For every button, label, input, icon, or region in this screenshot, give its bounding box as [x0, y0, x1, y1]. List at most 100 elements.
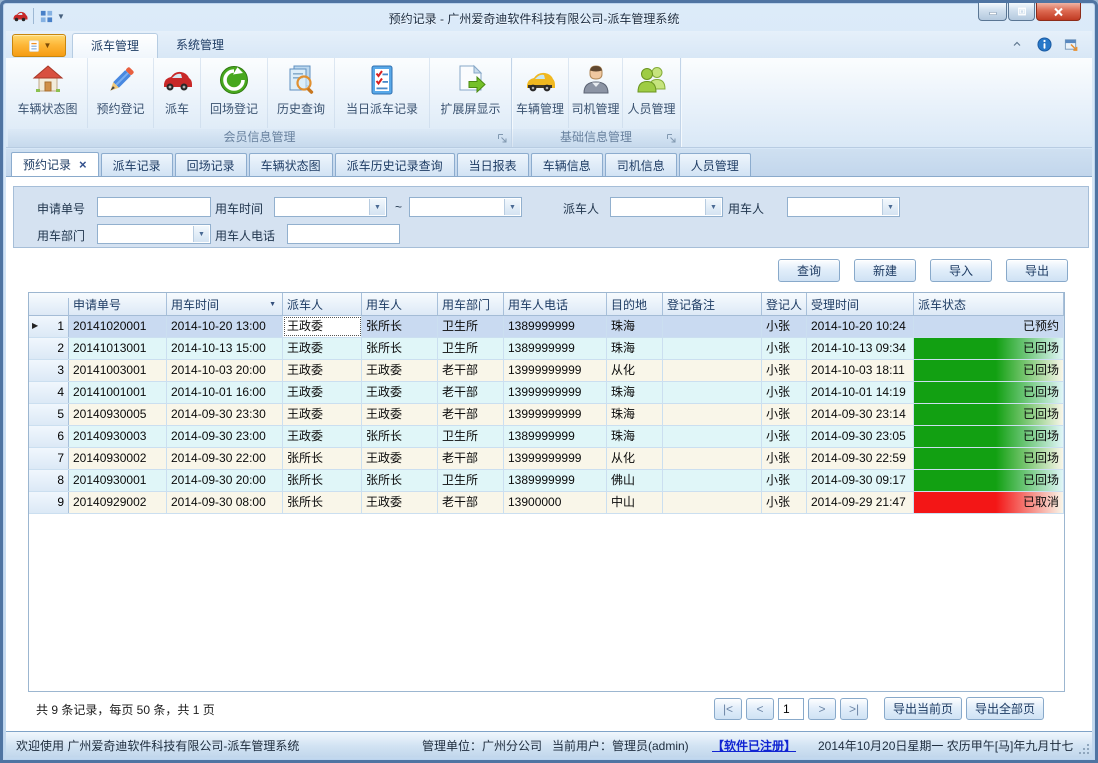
cell-status[interactable]: 已回场: [914, 448, 1064, 469]
pager-prev-button[interactable]: <: [746, 698, 774, 720]
cell-remark[interactable]: [663, 426, 762, 447]
cell-registrar[interactable]: 小张: [762, 492, 807, 513]
ribbon-button[interactable]: 回场登记: [201, 58, 268, 128]
row-indicator[interactable]: ▶1: [29, 316, 69, 337]
cell-remark[interactable]: [663, 316, 762, 337]
action-button[interactable]: 查询: [778, 259, 840, 282]
about-window-icon[interactable]: [1062, 36, 1080, 52]
column-header[interactable]: 用车时间▼: [167, 293, 283, 315]
order-no-input[interactable]: [97, 197, 211, 217]
cell-accept-time[interactable]: 2014-10-13 09:34: [807, 338, 914, 359]
ribbon-tab[interactable]: 系统管理: [158, 33, 242, 58]
cell-phone[interactable]: 13999999999: [504, 360, 607, 381]
cell-dispatcher[interactable]: 王政委: [283, 426, 362, 447]
cell-dispatcher[interactable]: 王政委: [283, 404, 362, 425]
cell-phone[interactable]: 1389999999: [504, 426, 607, 447]
column-header[interactable]: 受理时间: [807, 293, 914, 315]
cell-order-no[interactable]: 20140930001: [69, 470, 167, 491]
row-indicator[interactable]: 7: [29, 448, 69, 469]
cell-remark[interactable]: [663, 448, 762, 469]
column-header[interactable]: 登记备注: [663, 293, 762, 315]
cell-status[interactable]: 已回场: [914, 470, 1064, 491]
table-row[interactable]: 2201410130012014-10-13 15:00王政委张所长卫生所138…: [29, 338, 1064, 360]
cell-dest[interactable]: 珠海: [607, 382, 663, 403]
cell-use-time[interactable]: 2014-10-13 15:00: [167, 338, 283, 359]
row-indicator[interactable]: 5: [29, 404, 69, 425]
cell-order-no[interactable]: 20140930002: [69, 448, 167, 469]
help-info-icon[interactable]: [1035, 36, 1053, 52]
app-logo-red-car-icon[interactable]: [11, 8, 29, 24]
cell-remark[interactable]: [663, 382, 762, 403]
cell-accept-time[interactable]: 2014-09-29 21:47: [807, 492, 914, 513]
cell-order-no[interactable]: 20140929002: [69, 492, 167, 513]
cell-phone[interactable]: 13900000: [504, 492, 607, 513]
cell-order-no[interactable]: 20141001001: [69, 382, 167, 403]
column-header[interactable]: 申请单号: [69, 293, 167, 315]
table-row[interactable]: 7201409300022014-09-30 22:00张所长王政委老干部139…: [29, 448, 1064, 470]
cell-use-time[interactable]: 2014-10-01 16:00: [167, 382, 283, 403]
doc-tab[interactable]: 回场记录: [175, 153, 247, 176]
use-time-to-combo[interactable]: ▼: [409, 197, 522, 217]
cell-registrar[interactable]: 小张: [762, 360, 807, 381]
ribbon-button[interactable]: 预约登记: [88, 58, 154, 128]
cell-order-no[interactable]: 20140930005: [69, 404, 167, 425]
cell-user[interactable]: 王政委: [362, 448, 438, 469]
ribbon-button[interactable]: 司机管理: [569, 58, 623, 128]
action-button[interactable]: 新建: [854, 259, 916, 282]
row-indicator[interactable]: 8: [29, 470, 69, 491]
cell-user[interactable]: 王政委: [362, 382, 438, 403]
application-menu-button[interactable]: ▼: [12, 34, 66, 57]
cell-dispatcher[interactable]: 王政委: [283, 338, 362, 359]
doc-tab[interactable]: 车辆信息: [531, 153, 603, 176]
cell-accept-time[interactable]: 2014-10-01 14:19: [807, 382, 914, 403]
cell-use-time[interactable]: 2014-09-30 22:00: [167, 448, 283, 469]
cell-dispatcher[interactable]: 张所长: [283, 448, 362, 469]
cell-order-no[interactable]: 20141020001: [69, 316, 167, 337]
phone-input[interactable]: [287, 224, 400, 244]
table-row[interactable]: 8201409300012014-09-30 20:00张所长张所长卫生所138…: [29, 470, 1064, 492]
cell-registrar[interactable]: 小张: [762, 382, 807, 403]
pager-next-button[interactable]: >: [808, 698, 836, 720]
cell-dept[interactable]: 老干部: [438, 492, 504, 513]
quick-access-toolbar-icon[interactable]: ▼: [39, 7, 73, 25]
doc-tab[interactable]: 人员管理: [679, 153, 751, 176]
cell-registrar[interactable]: 小张: [762, 448, 807, 469]
action-button[interactable]: 导出: [1006, 259, 1068, 282]
cell-dept[interactable]: 老干部: [438, 404, 504, 425]
table-row[interactable]: 4201410010012014-10-01 16:00王政委王政委老干部139…: [29, 382, 1064, 404]
cell-status[interactable]: 已取消: [914, 492, 1064, 513]
cell-dest[interactable]: 珠海: [607, 316, 663, 337]
cell-use-time[interactable]: 2014-09-30 23:00: [167, 426, 283, 447]
cell-dest[interactable]: 从化: [607, 360, 663, 381]
cell-order-no[interactable]: 20141013001: [69, 338, 167, 359]
ribbon-tab[interactable]: 派车管理: [72, 33, 158, 58]
table-row[interactable]: ▶1201410200012014-10-20 13:00王政委张所长卫生所13…: [29, 316, 1064, 338]
cell-remark[interactable]: [663, 492, 762, 513]
ribbon-button[interactable]: 当日派车记录: [335, 58, 430, 128]
dispatcher-combo[interactable]: ▼: [610, 197, 723, 217]
table-row[interactable]: 3201410030012014-10-03 20:00王政委王政委老干部139…: [29, 360, 1064, 382]
row-indicator[interactable]: 6: [29, 426, 69, 447]
cell-phone[interactable]: 1389999999: [504, 316, 607, 337]
cell-phone[interactable]: 13999999999: [504, 448, 607, 469]
cell-dispatcher[interactable]: 张所长: [283, 470, 362, 491]
ribbon-button[interactable]: 人员管理: [623, 58, 680, 128]
cell-status[interactable]: 已预约: [914, 316, 1064, 337]
doc-tab[interactable]: 司机信息: [605, 153, 677, 176]
license-registered-link[interactable]: 【软件已注册】: [712, 737, 796, 754]
close-tab-icon[interactable]: ×: [79, 158, 87, 171]
dept-combo[interactable]: ▼: [97, 224, 211, 244]
pager-first-button[interactable]: |<: [714, 698, 742, 720]
cell-phone[interactable]: 13999999999: [504, 404, 607, 425]
cell-dest[interactable]: 中山: [607, 492, 663, 513]
cell-user[interactable]: 王政委: [362, 404, 438, 425]
row-indicator[interactable]: 2: [29, 338, 69, 359]
column-header[interactable]: 目的地: [607, 293, 663, 315]
cell-registrar[interactable]: 小张: [762, 470, 807, 491]
cell-phone[interactable]: 13999999999: [504, 382, 607, 403]
ribbon-button[interactable]: 扩展屏显示: [430, 58, 511, 128]
column-header[interactable]: 登记人: [762, 293, 807, 315]
ribbon-button[interactable]: 派车: [154, 58, 201, 128]
cell-status[interactable]: 已回场: [914, 404, 1064, 425]
pager-last-button[interactable]: >|: [840, 698, 868, 720]
